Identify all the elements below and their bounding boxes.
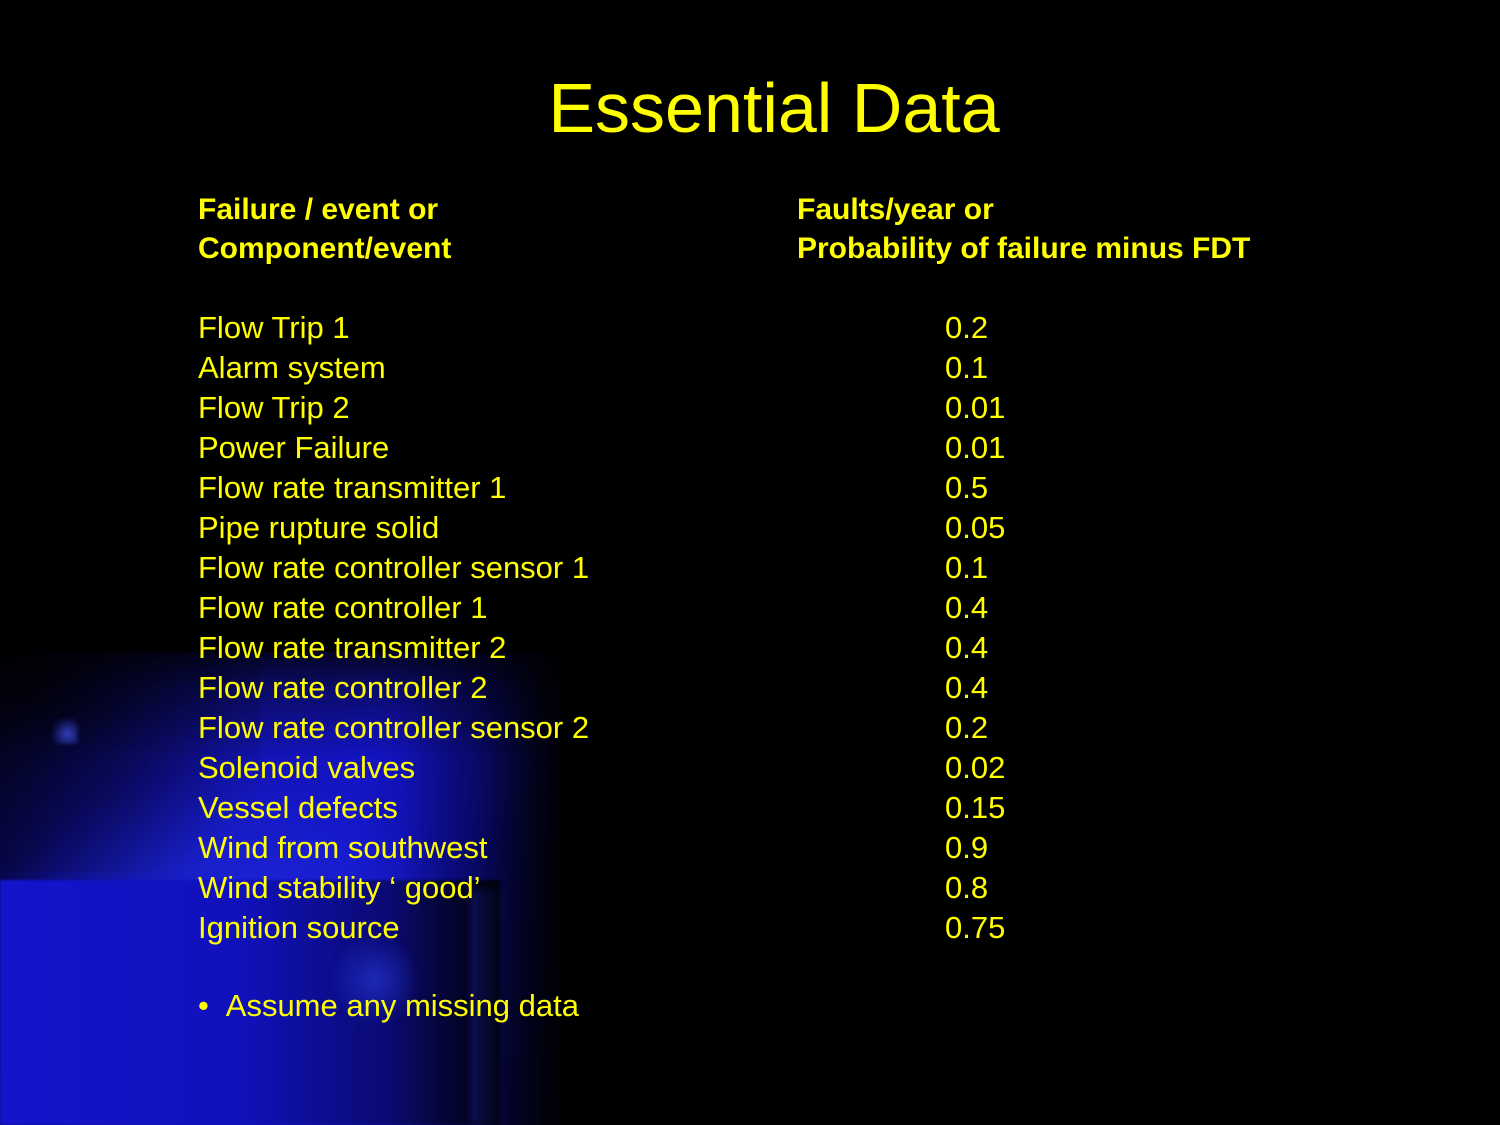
row-label: Flow Trip 2 <box>198 390 350 425</box>
row-label: Vessel defects <box>198 790 398 825</box>
essential-data-table: Flow Trip 1 0.2 Alarm system 0.1 Flow Tr… <box>198 308 1398 948</box>
bullet-icon: • <box>198 988 209 1023</box>
note-bullet-item: • Assume any missing data <box>198 986 579 1026</box>
table-row: Wind from southwest 0.9 <box>198 828 1398 868</box>
row-value: 0.1 <box>945 550 989 585</box>
column-header-component-line-1: Failure / event or <box>198 193 439 226</box>
row-value: 0.05 <box>945 510 1006 545</box>
row-value: 0.02 <box>945 750 1006 785</box>
row-label: Flow rate controller 1 <box>198 590 488 625</box>
row-value: 0.8 <box>945 870 989 905</box>
row-value: 0.75 <box>945 910 1006 945</box>
row-value: 0.4 <box>945 590 989 625</box>
table-row: Pipe rupture solid 0.05 <box>198 508 1398 548</box>
column-header-component-line-2: Component/event <box>198 232 452 265</box>
row-label: Ignition source <box>198 910 400 945</box>
table-row: Flow rate transmitter 1 0.5 <box>198 468 1398 508</box>
table-row: Flow rate controller sensor 1 0.1 <box>198 548 1398 588</box>
row-value: 0.5 <box>945 470 989 505</box>
row-label: Solenoid valves <box>198 750 416 785</box>
table-row: Flow rate controller sensor 2 0.2 <box>198 708 1398 748</box>
note-bullet-text: Assume any missing data <box>225 988 579 1023</box>
row-label: Flow rate controller sensor 1 <box>198 550 590 585</box>
row-value: 0.01 <box>945 430 1006 465</box>
table-row: Ignition source 0.75 <box>198 908 1398 948</box>
row-label: Power Failure <box>198 430 390 465</box>
page-title: Essential Data <box>548 69 1000 147</box>
row-value: 0.2 <box>945 310 989 345</box>
row-label: Flow rate controller 2 <box>198 670 488 705</box>
table-row: Flow rate controller 2 0.4 <box>198 668 1398 708</box>
row-label: Wind stability ‘ good’ <box>198 870 481 905</box>
table-row: Power Failure 0.01 <box>198 428 1398 468</box>
table-row: Flow Trip 2 0.01 <box>198 388 1398 428</box>
row-value: 0.9 <box>945 830 989 865</box>
column-header-component: Failure / event or Component/event <box>198 190 451 268</box>
column-header-probability-line-2: Probability of failure minus FDT <box>797 232 1251 265</box>
row-value: 0.15 <box>945 790 1006 825</box>
row-label: Alarm system <box>198 350 386 385</box>
slide-canvas: Essential Data Failure / event or Compon… <box>0 0 1500 1125</box>
table-row: Flow rate transmitter 2 0.4 <box>198 628 1398 668</box>
table-row: Flow Trip 1 0.2 <box>198 308 1398 348</box>
row-label: Flow rate transmitter 2 <box>198 630 507 665</box>
slide-content: Essential Data Failure / event or Compon… <box>0 0 1500 1125</box>
row-label: Flow rate controller sensor 2 <box>198 710 590 745</box>
table-row: Alarm system 0.1 <box>198 348 1398 388</box>
row-value: 0.4 <box>945 630 989 665</box>
row-label: Pipe rupture solid <box>198 510 440 545</box>
table-row: Flow rate controller 1 0.4 <box>198 588 1398 628</box>
row-value: 0.1 <box>945 350 989 385</box>
column-header-probability-line-1: Faults/year or <box>797 193 994 226</box>
table-row: Vessel defects 0.15 <box>198 788 1398 828</box>
row-label: Flow rate transmitter 1 <box>198 470 507 505</box>
row-label: Flow Trip 1 <box>198 310 350 345</box>
row-label: Wind from southwest <box>198 830 488 865</box>
table-row: Solenoid valves 0.02 <box>198 748 1398 788</box>
row-value: 0.2 <box>945 710 989 745</box>
row-value: 0.01 <box>945 390 1006 425</box>
table-row: Wind stability ‘ good’ 0.8 <box>198 868 1398 908</box>
row-value: 0.4 <box>945 670 989 705</box>
column-header-probability: Faults/year or Probability of failure mi… <box>797 190 1250 268</box>
